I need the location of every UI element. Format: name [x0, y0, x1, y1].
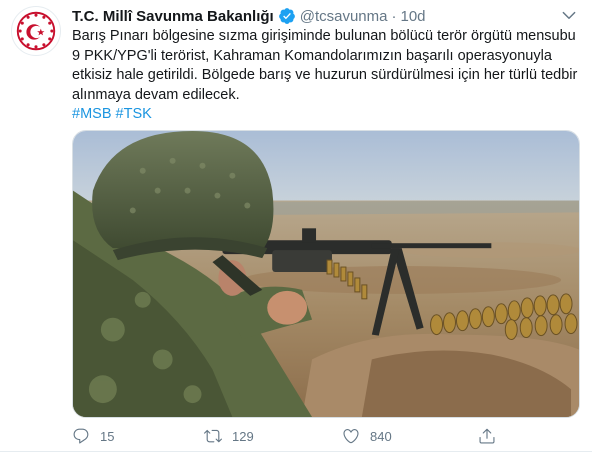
author-handle[interactable]: @tcsavunma: [300, 8, 388, 25]
reply-icon: [72, 427, 90, 445]
heart-icon: [342, 427, 360, 445]
tweet-timestamp[interactable]: 10d: [400, 8, 425, 25]
like-count: 840: [370, 428, 392, 444]
reply-count: 15: [100, 428, 115, 444]
chevron-down-icon[interactable]: [560, 6, 578, 24]
hashtag-tsk[interactable]: #TSK: [116, 106, 152, 122]
tweet-header: T.C. Millî Savunma Bakanlığı @tcsavunma …: [72, 6, 582, 26]
tweet-actions: 15 129 840: [72, 424, 572, 448]
retweet-icon: [204, 427, 222, 445]
verified-badge-icon: [278, 7, 296, 25]
retweet-button[interactable]: 129: [204, 424, 254, 448]
avatar[interactable]: [11, 6, 61, 56]
tweet-card[interactable]: T.C. Millî Savunma Bakanlığı @tcsavunma …: [0, 0, 592, 452]
hashtag-msb[interactable]: #MSB: [72, 106, 112, 122]
tweet-text: Barış Pınarı bölgesine sızma girişiminde…: [72, 28, 578, 103]
share-button[interactable]: [478, 424, 496, 448]
separator-dot: ·: [391, 7, 397, 25]
photo-soldier-machine-gun: [73, 131, 579, 417]
retweet-count: 129: [232, 428, 254, 444]
reply-button[interactable]: 15: [72, 424, 114, 448]
hashtag-list: #MSB #TSK: [72, 105, 152, 125]
tweet-photo[interactable]: [72, 130, 580, 418]
ministry-logo-icon: [16, 11, 56, 51]
share-icon: [478, 427, 496, 445]
author-name[interactable]: T.C. Millî Savunma Bakanlığı: [72, 8, 274, 25]
like-button[interactable]: 840: [342, 424, 392, 448]
